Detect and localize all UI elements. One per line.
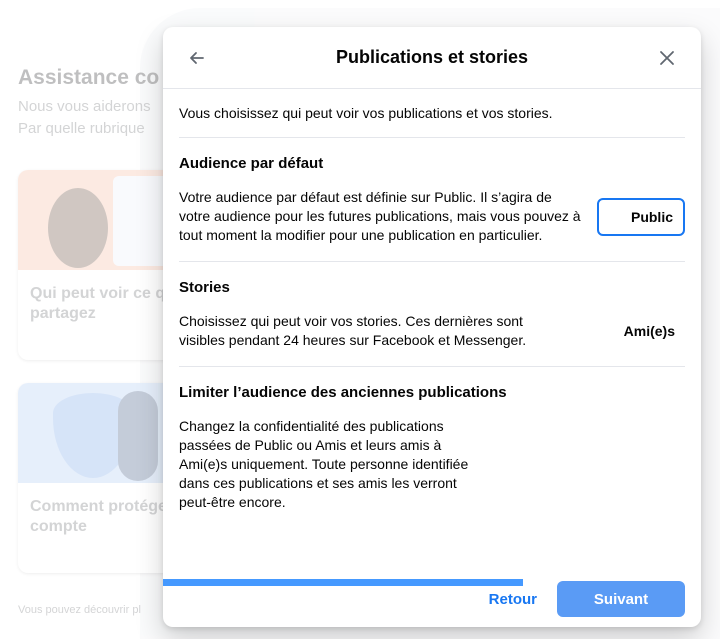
background-footer: Vous pouvez découvrir pl xyxy=(18,604,141,616)
dialog-body: Vous choisissez qui peut voir vos public… xyxy=(163,89,701,528)
section-title: Stories xyxy=(179,279,230,296)
stories-audience-selector[interactable]: Ami(e)s xyxy=(624,323,685,339)
section-row: Choisissez qui peut voir vos stories. Ce… xyxy=(179,312,685,350)
close-icon xyxy=(660,51,674,65)
background-title: Assistance co xyxy=(18,66,160,89)
close-button[interactable] xyxy=(649,40,685,76)
dialog-header: Publications et stories xyxy=(163,27,701,89)
section-row: Changez la confidentialité des publicati… xyxy=(179,417,685,512)
section-title: Limiter l’audience des anciennes publica… xyxy=(179,384,507,401)
section-row: Votre audience par défaut est définie su… xyxy=(179,188,685,245)
section-description: Choisissez qui peut voir vos stories. Ce… xyxy=(179,313,527,348)
dialog-footer: Retour Suivant xyxy=(163,571,701,627)
default-audience-selector[interactable]: Public xyxy=(597,197,685,236)
dialog-title: Publications et stories xyxy=(335,47,529,67)
section-stories: Stories Choisissez qui peut voir vos sto… xyxy=(179,262,685,367)
dialog-intro: Vous choisissez qui peut voir vos public… xyxy=(179,89,685,138)
section-limit-past-posts: Limiter l’audience des anciennes publica… xyxy=(179,367,685,528)
back-link-button[interactable]: Retour xyxy=(489,591,537,608)
background-subtitle-1: Nous vous aiderons xyxy=(18,98,151,115)
section-default-audience: Audience par défaut Votre audience par d… xyxy=(179,138,685,262)
section-title: Audience par défaut xyxy=(179,155,324,172)
arrow-left-icon xyxy=(190,52,204,64)
background-subtitle-2: Par quelle rubrique xyxy=(18,120,145,137)
next-button[interactable]: Suivant xyxy=(557,581,685,617)
back-button[interactable] xyxy=(179,40,215,76)
audience-settings-dialog: Publications et stories Vous choisissez … xyxy=(163,27,701,627)
section-description: Votre audience par défaut est définie su… xyxy=(179,189,581,243)
section-description: Changez la confidentialité des publicati… xyxy=(179,418,469,510)
